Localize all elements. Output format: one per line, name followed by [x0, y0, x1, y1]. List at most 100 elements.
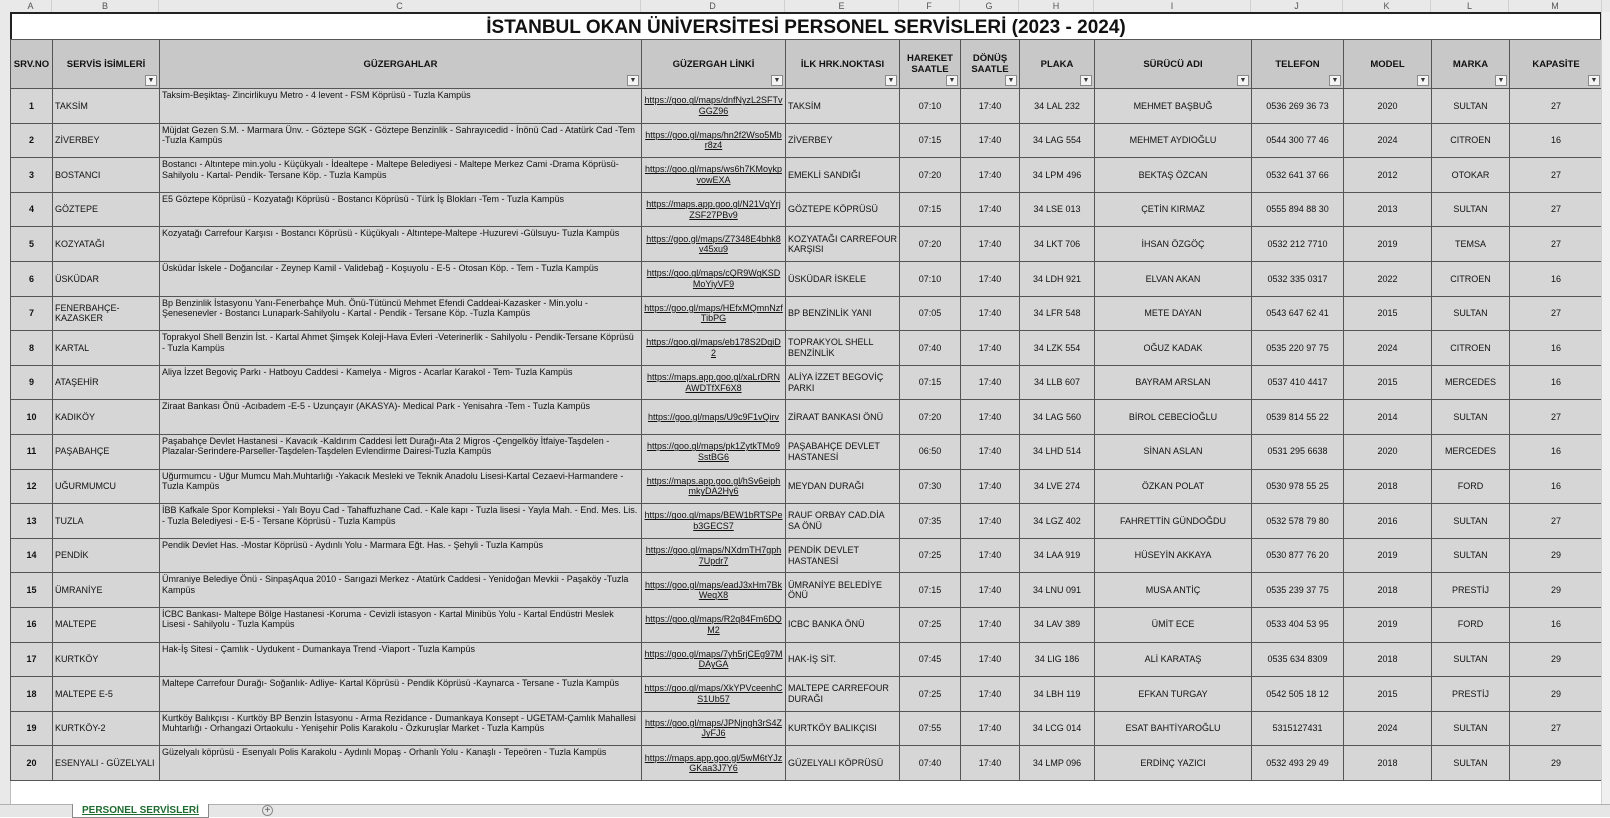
cell-return[interactable]: 17:40 — [960, 572, 1020, 608]
cell-return[interactable]: 17:40 — [960, 745, 1020, 781]
cell-first-stop[interactable]: EMEKLİ SANDIĞI — [785, 157, 900, 193]
cell-route-link[interactable]: https://goo.gl/maps/HEfxMQmnNzfTibPG — [641, 295, 786, 332]
cell-route-link[interactable]: https://goo.gl/maps/ws6h7KMoykpvowEXA — [641, 157, 786, 193]
cell-service-name[interactable]: KURTKÖY — [52, 641, 160, 678]
cell-route-link[interactable]: https://goo.gl/maps/cQR9WgKSDMoYiyVF9 — [641, 260, 786, 297]
cell-return[interactable]: 17:40 — [960, 676, 1020, 712]
cell-brand[interactable]: CITROEN — [1431, 330, 1510, 366]
cell-route[interactable]: İCBC Bankası- Maltepe Bölge Hastanesi -K… — [159, 606, 642, 643]
cell-first-stop[interactable]: MEYDAN DURAĞI — [785, 468, 900, 505]
cell-departure[interactable]: 07:35 — [899, 503, 961, 539]
cell-srv-no[interactable]: 11 — [10, 433, 53, 470]
cell-route[interactable]: Ziraat Bankası Önü -Acıbadem -E-5 - Uzun… — [159, 399, 642, 435]
cell-return[interactable]: 17:40 — [960, 606, 1020, 643]
cell-srv-no[interactable]: 12 — [10, 468, 53, 505]
filter-dropdown-icon[interactable]: ▼ — [1417, 75, 1429, 86]
cell-departure[interactable]: 07:45 — [899, 641, 961, 678]
cell-return[interactable]: 17:40 — [960, 330, 1020, 366]
cell-driver[interactable]: BAYRAM ARSLAN — [1094, 364, 1252, 401]
cell-driver[interactable]: ÇETİN KIRMAZ — [1094, 191, 1252, 228]
cell-route[interactable]: Uğurmumcu - Uğur Mumcu Mah.Muhtarlığı -Y… — [159, 468, 642, 505]
cell-brand[interactable]: SULTAN — [1431, 88, 1510, 124]
cell-return[interactable]: 17:40 — [960, 260, 1020, 297]
cell-brand[interactable]: MERCEDES — [1431, 364, 1510, 401]
cell-route[interactable]: Paşabahçe Devlet Hastanesi - Kavacık -Ka… — [159, 433, 642, 470]
cell-route[interactable]: Bp Benzinlik İstasyonu Yanı-Fenerbahçe M… — [159, 295, 642, 332]
cell-return[interactable]: 17:40 — [960, 503, 1020, 539]
cell-capacity[interactable]: 16 — [1509, 364, 1603, 401]
cell-capacity[interactable]: 27 — [1509, 226, 1603, 262]
cell-plate[interactable]: 34 LPM 496 — [1019, 157, 1095, 193]
cell-brand[interactable]: MERCEDES — [1431, 433, 1510, 470]
cell-capacity[interactable]: 27 — [1509, 399, 1603, 435]
cell-route-link[interactable]: https://goo.gl/maps/Z7348E4bhk8v45xu9 — [641, 226, 786, 262]
cell-phone[interactable]: 0532 578 79 80 — [1251, 503, 1344, 539]
cell-model[interactable]: 2024 — [1343, 330, 1432, 366]
cell-plate[interactable]: 34 LLB 607 — [1019, 364, 1095, 401]
cell-driver[interactable]: BİROL CEBECİOĞLU — [1094, 399, 1252, 435]
cell-route[interactable]: Bostancı - Altıntepe min.yolu - Küçükyal… — [159, 157, 642, 193]
cell-model[interactable]: 2015 — [1343, 364, 1432, 401]
column-letter[interactable]: E — [785, 0, 899, 12]
cell-phone[interactable]: 0531 295 6638 — [1251, 433, 1344, 470]
cell-plate[interactable]: 34 LAV 389 — [1019, 606, 1095, 643]
column-letter[interactable]: B — [52, 0, 159, 12]
cell-driver[interactable]: ALİ KARATAŞ — [1094, 641, 1252, 678]
cell-srv-no[interactable]: 19 — [10, 710, 53, 747]
cell-plate[interactable]: 34 LGZ 402 — [1019, 503, 1095, 539]
cell-service-name[interactable]: TUZLA — [52, 503, 160, 539]
cell-brand[interactable]: SULTAN — [1431, 537, 1510, 574]
cell-brand[interactable]: PRESTİJ — [1431, 572, 1510, 608]
cell-route-link[interactable]: https://goo.gl/maps/eadJ3xHm7BkWeqX8 — [641, 572, 786, 608]
cell-first-stop[interactable]: TAKSİM — [785, 88, 900, 124]
cell-model[interactable]: 2016 — [1343, 503, 1432, 539]
cell-phone[interactable]: 0542 505 18 12 — [1251, 676, 1344, 712]
cell-model[interactable]: 2018 — [1343, 641, 1432, 678]
cell-model[interactable]: 2014 — [1343, 399, 1432, 435]
cell-departure[interactable]: 07:15 — [899, 364, 961, 401]
cell-departure[interactable]: 07:20 — [899, 226, 961, 262]
cell-capacity[interactable]: 16 — [1509, 260, 1603, 297]
cell-capacity[interactable]: 27 — [1509, 191, 1603, 228]
cell-driver[interactable]: SİNAN ASLAN — [1094, 433, 1252, 470]
cell-route[interactable]: Kozyatağı Carrefour Karşısı - Bostancı K… — [159, 226, 642, 262]
cell-service-name[interactable]: FENERBAHÇE-KAZASKER — [52, 295, 160, 332]
cell-plate[interactable]: 34 LAG 560 — [1019, 399, 1095, 435]
cell-plate[interactable]: 34 LAA 919 — [1019, 537, 1095, 574]
cell-phone[interactable]: 0536 269 36 73 — [1251, 88, 1344, 124]
cell-capacity[interactable]: 16 — [1509, 330, 1603, 366]
cell-phone[interactable]: 0530 877 76 20 — [1251, 537, 1344, 574]
cell-phone[interactable]: 0555 894 88 30 — [1251, 191, 1344, 228]
cell-return[interactable]: 17:40 — [960, 191, 1020, 228]
cell-return[interactable]: 17:40 — [960, 537, 1020, 574]
cell-route-link[interactable]: https://maps.app.goo.gl/5wM6tYJzGKaa3J7Y… — [641, 745, 786, 781]
cell-srv-no[interactable]: 8 — [10, 330, 53, 366]
cell-route[interactable]: Kurtköy Balıkçısı - Kurtköy BP Benzin İs… — [159, 710, 642, 747]
cell-capacity[interactable]: 29 — [1509, 676, 1603, 712]
cell-brand[interactable]: SULTAN — [1431, 399, 1510, 435]
cell-driver[interactable]: ELVAN AKAN — [1094, 260, 1252, 297]
cell-plate[interactable]: 34 LKT 706 — [1019, 226, 1095, 262]
cell-plate[interactable]: 34 LHD 514 — [1019, 433, 1095, 470]
cell-first-stop[interactable]: KURTKÖY BALIKÇISI — [785, 710, 900, 747]
cell-capacity[interactable]: 27 — [1509, 503, 1603, 539]
cell-phone[interactable]: 0533 404 53 95 — [1251, 606, 1344, 643]
cell-return[interactable]: 17:40 — [960, 157, 1020, 193]
cell-route[interactable]: Toprakyol Shell Benzin İst. - Kartal Ahm… — [159, 330, 642, 366]
filter-dropdown-icon[interactable]: ▼ — [627, 75, 639, 86]
cell-driver[interactable]: ÜMİT ECE — [1094, 606, 1252, 643]
cell-service-name[interactable]: ATAŞEHİR — [52, 364, 160, 401]
cell-driver[interactable]: ESAT BAHTİYAROĞLU — [1094, 710, 1252, 747]
cell-model[interactable]: 2018 — [1343, 572, 1432, 608]
cell-departure[interactable]: 07:15 — [899, 122, 961, 159]
cell-driver[interactable]: HÜSEYİN AKKAYA — [1094, 537, 1252, 574]
cell-plate[interactable]: 34 LMP 096 — [1019, 745, 1095, 781]
cell-service-name[interactable]: ESENYALI - GÜZELYALI — [52, 745, 160, 781]
cell-route-link[interactable]: https://goo.gl/maps/R2q84Fm6DQM2 — [641, 606, 786, 643]
cell-first-stop[interactable]: RAUF ORBAY CAD.DİA SA ÖNÜ — [785, 503, 900, 539]
cell-brand[interactable]: SULTAN — [1431, 191, 1510, 228]
cell-plate[interactable]: 34 LSE 013 — [1019, 191, 1095, 228]
add-sheet-icon[interactable]: + — [262, 805, 273, 816]
cell-driver[interactable]: EFKAN TURGAY — [1094, 676, 1252, 712]
cell-return[interactable]: 17:40 — [960, 88, 1020, 124]
